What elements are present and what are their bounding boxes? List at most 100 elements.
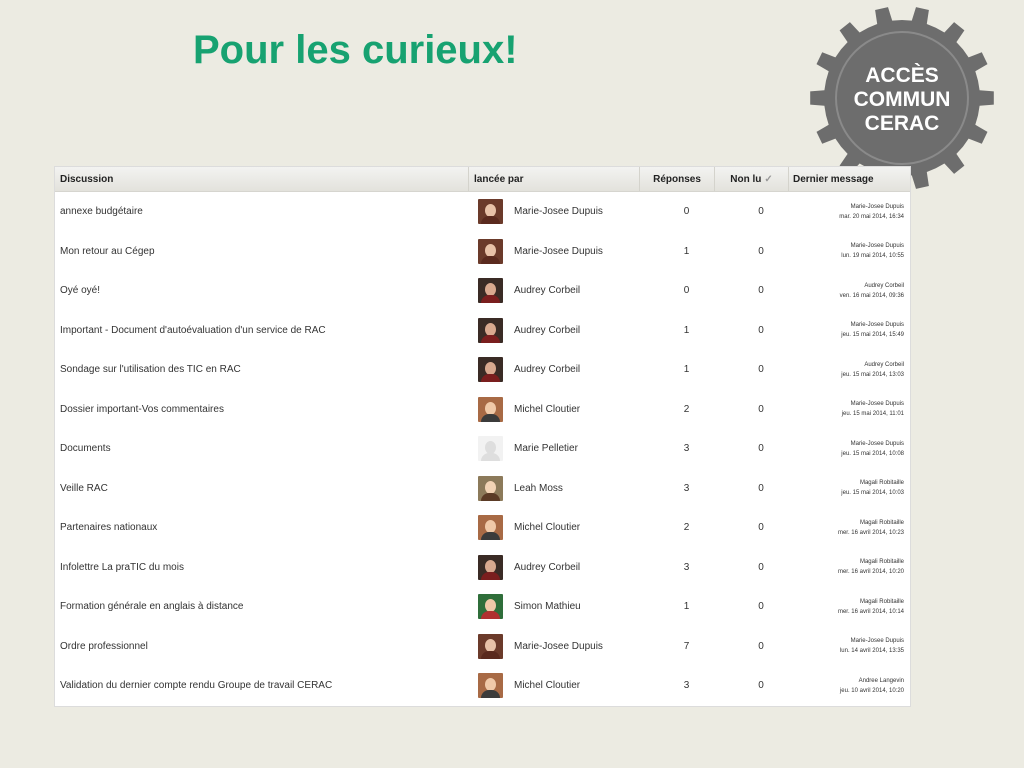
last-message-author[interactable]: Marie-Josee Dupuis (798, 202, 904, 212)
last-message-author[interactable]: Andree Langevin (798, 676, 904, 686)
header-unread[interactable]: Non lu ✓ (714, 167, 788, 191)
last-message-author[interactable]: Magali Robitaille (798, 478, 904, 488)
last-message-author[interactable]: Marie-Josee Dupuis (798, 320, 904, 330)
replies-count[interactable]: 7 (649, 641, 724, 652)
unread-count: 0 (758, 403, 764, 415)
last-message-date[interactable]: mer. 16 avril 2014, 10:23 (798, 528, 904, 538)
last-message-author[interactable]: Marie-Josee Dupuis (798, 241, 904, 251)
author-link[interactable]: Marie-Josee Dupuis (514, 641, 603, 652)
replies-count[interactable]: 2 (649, 522, 724, 533)
avatar[interactable] (478, 436, 503, 462)
replies-count[interactable]: 0 (649, 206, 724, 217)
discussion-link[interactable]: annexe budgétaire (55, 206, 473, 217)
discussion-link[interactable]: Formation générale en anglais à distance (55, 601, 473, 612)
author-link[interactable]: Michel Cloutier (514, 680, 580, 691)
avatar[interactable] (478, 396, 503, 422)
avatar[interactable] (478, 199, 503, 225)
discussion-link[interactable]: Important - Document d'autoévaluation d'… (55, 325, 473, 336)
discussion-link[interactable]: Sondage sur l'utilisation des TIC en RAC (55, 364, 473, 375)
replies-count[interactable]: 3 (649, 483, 724, 494)
replies-count[interactable]: 2 (649, 404, 724, 415)
author-link[interactable]: Marie Pelletier (514, 443, 578, 454)
replies-count[interactable]: 3 (649, 443, 724, 454)
author-link[interactable]: Audrey Corbeil (514, 285, 580, 296)
avatar[interactable] (478, 278, 503, 304)
last-message-date[interactable]: jeu. 15 mai 2014, 11:01 (798, 409, 904, 419)
avatar[interactable] (478, 357, 503, 383)
avatar[interactable] (478, 475, 503, 501)
last-message-author[interactable]: Magali Robitaille (798, 597, 904, 607)
last-message-author[interactable]: Audrey Corbeil (798, 360, 904, 370)
replies-count[interactable]: 1 (649, 325, 724, 336)
last-message-cell: Magali Robitaille mer. 16 avril 2014, 10:… (798, 557, 910, 577)
last-message-author[interactable]: Marie-Josee Dupuis (798, 399, 904, 409)
discussion-link[interactable]: Mon retour au Cégep (55, 246, 473, 257)
avatar[interactable] (478, 594, 503, 620)
header-discussion[interactable]: Discussion (55, 167, 468, 191)
last-message-date[interactable]: mer. 16 avril 2014, 10:14 (798, 607, 904, 617)
last-message-author[interactable]: Marie-Josee Dupuis (798, 636, 904, 646)
replies-count[interactable]: 1 (649, 601, 724, 612)
unread-count: 0 (758, 285, 764, 297)
author-link[interactable]: Marie-Josee Dupuis (514, 246, 603, 257)
started-by-cell: Marie-Josee Dupuis (473, 633, 649, 659)
author-link[interactable]: Marie-Josee Dupuis (514, 206, 603, 217)
started-by-cell: Michel Cloutier (473, 673, 649, 699)
last-message-cell: Marie-Josee Dupuis mar. 20 mai 2014, 16:3… (798, 202, 910, 222)
replies-count[interactable]: 1 (649, 364, 724, 375)
header-started-by[interactable]: lancée par (468, 167, 639, 191)
last-message-author[interactable]: Marie-Josee Dupuis (798, 439, 904, 449)
last-message-date[interactable]: jeu. 15 mai 2014, 13:03 (798, 370, 904, 380)
last-message-cell: Marie-Josee Dupuis jeu. 15 mai 2014, 11:0… (798, 399, 910, 419)
author-link[interactable]: Simon Mathieu (514, 601, 581, 612)
last-message-author[interactable]: Magali Robitaille (798, 557, 904, 567)
started-by-cell: Marie-Josee Dupuis (473, 199, 649, 225)
started-by-cell: Marie-Josee Dupuis (473, 238, 649, 264)
last-message-cell: Magali Robitaille jeu. 15 mai 2014, 10:03 (798, 478, 910, 498)
replies-count[interactable]: 3 (649, 562, 724, 573)
checkmark-icon[interactable]: ✓ (764, 174, 772, 185)
last-message-author[interactable]: Audrey Corbeil (798, 281, 904, 291)
table-row: Partenaires nationaux Michel Cloutier 2 0 Ma… (55, 508, 910, 548)
table-row: Validation du dernier compte rendu Group… (55, 666, 910, 706)
author-link[interactable]: Michel Cloutier (514, 522, 580, 533)
header-last-message[interactable]: Dernier message (788, 167, 910, 191)
unread-count: 0 (758, 206, 764, 218)
author-link[interactable]: Audrey Corbeil (514, 562, 580, 573)
replies-count[interactable]: 1 (649, 246, 724, 257)
author-link[interactable]: Michel Cloutier (514, 404, 580, 415)
last-message-date[interactable]: jeu. 15 mai 2014, 15:49 (798, 330, 904, 340)
avatar[interactable] (478, 238, 503, 264)
discussion-link[interactable]: Documents (55, 443, 473, 454)
discussion-link[interactable]: Veille RAC (55, 483, 473, 494)
started-by-cell: Audrey Corbeil (473, 357, 649, 383)
avatar[interactable] (478, 515, 503, 541)
last-message-date[interactable]: lun. 19 mai 2014, 10:55 (798, 251, 904, 261)
author-link[interactable]: Leah Moss (514, 483, 563, 494)
last-message-date[interactable]: ven. 16 mai 2014, 09:36 (798, 291, 904, 301)
last-message-date[interactable]: jeu. 15 mai 2014, 10:08 (798, 449, 904, 459)
discussion-link[interactable]: Validation du dernier compte rendu Group… (55, 680, 473, 691)
discussion-link[interactable]: Dossier important-Vos commentaires (55, 404, 473, 415)
avatar[interactable] (478, 554, 503, 580)
last-message-date[interactable]: jeu. 10 avril 2014, 10:20 (798, 686, 904, 696)
avatar[interactable] (478, 317, 503, 343)
last-message-date[interactable]: mar. 20 mai 2014, 16:34 (798, 212, 904, 222)
author-link[interactable]: Audrey Corbeil (514, 364, 580, 375)
discussion-link[interactable]: Oyé oyé! (55, 285, 473, 296)
header-replies[interactable]: Réponses (639, 167, 714, 191)
replies-count[interactable]: 0 (649, 285, 724, 296)
badge-line-3: CERAC (864, 112, 940, 135)
last-message-date[interactable]: jeu. 15 mai 2014, 10:03 (798, 488, 904, 498)
author-link[interactable]: Audrey Corbeil (514, 325, 580, 336)
discussion-link[interactable]: Ordre professionnel (55, 641, 473, 652)
replies-count[interactable]: 3 (649, 680, 724, 691)
discussion-link[interactable]: Partenaires nationaux (55, 522, 473, 533)
discussion-link[interactable]: Infolettre La praTIC du mois (55, 562, 473, 573)
avatar[interactable] (478, 633, 503, 659)
last-message-cell: Marie-Josee Dupuis jeu. 15 mai 2014, 15:4… (798, 320, 910, 340)
last-message-date[interactable]: lun. 14 avril 2014, 13:35 (798, 646, 904, 656)
last-message-author[interactable]: Magali Robitaille (798, 518, 904, 528)
last-message-date[interactable]: mer. 16 avril 2014, 10:20 (798, 567, 904, 577)
avatar[interactable] (478, 673, 503, 699)
